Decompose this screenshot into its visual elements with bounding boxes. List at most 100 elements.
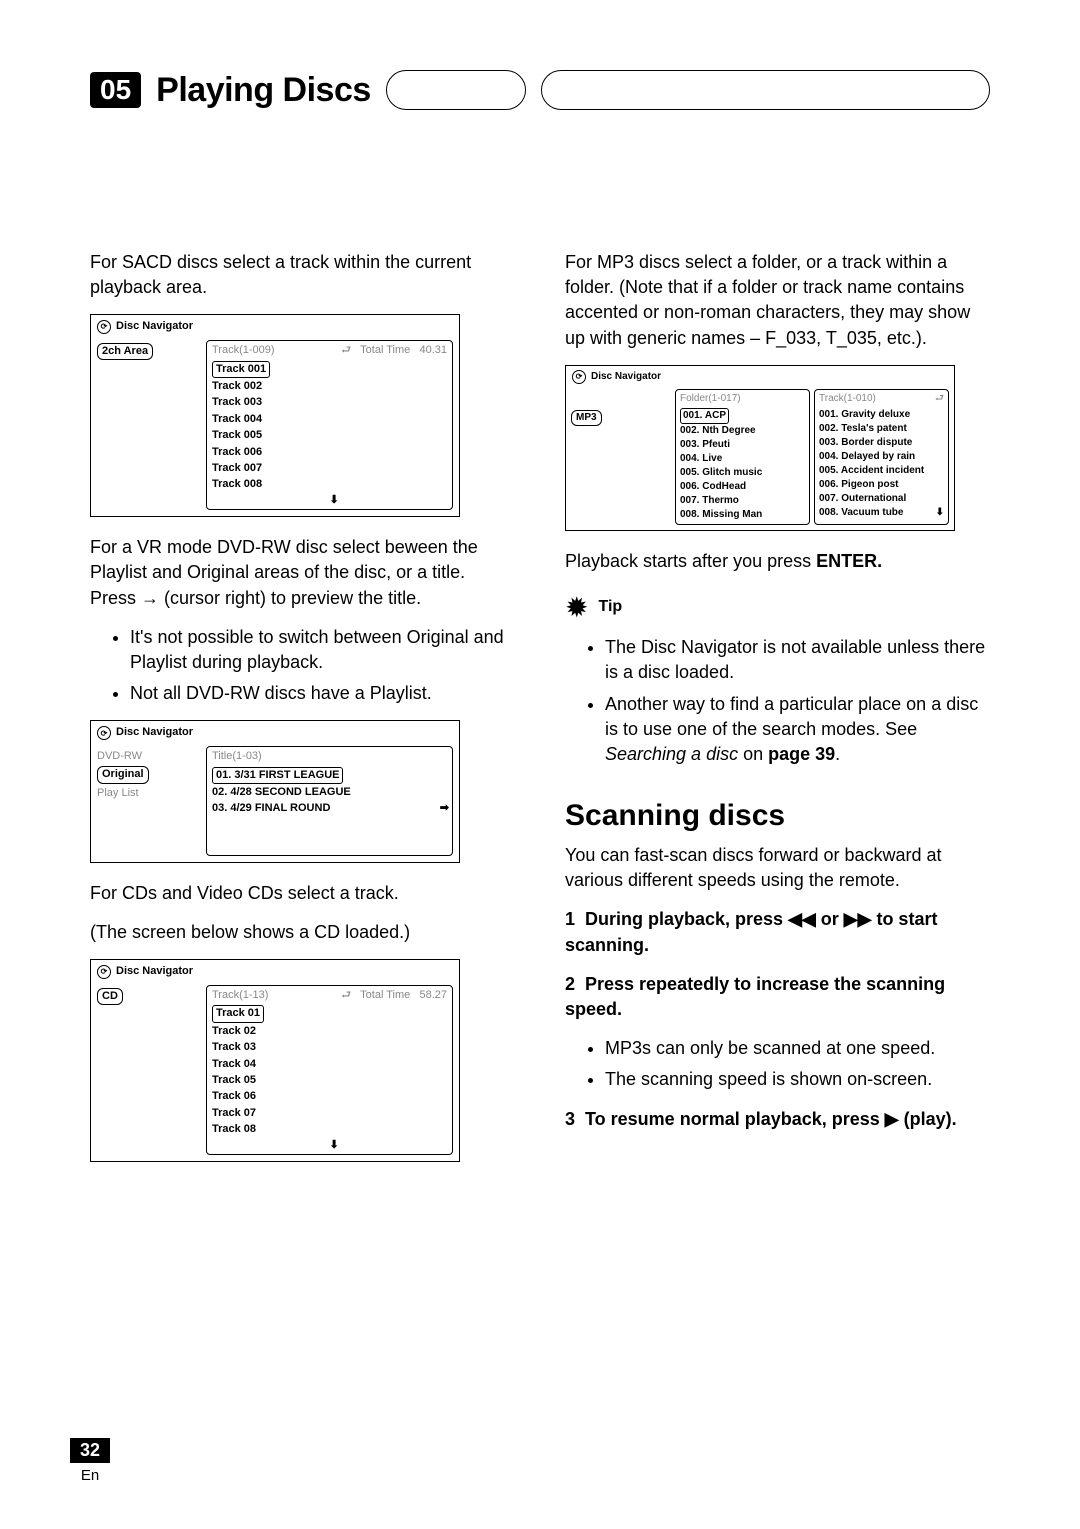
disc-icon: ⟳ xyxy=(97,965,111,979)
tip-list: The Disc Navigator is not available unle… xyxy=(565,635,990,767)
sidebar-item-original: Original xyxy=(97,766,149,783)
step-2-bullets: MP3s can only be scanned at one speed. T… xyxy=(565,1036,990,1092)
nav-header: ⟳ Disc Navigator xyxy=(91,960,459,982)
nav-main-panel: Title(1-03) 01. 3/31 FIRST LEAGUE 02. 4/… xyxy=(206,746,453,856)
step-3: 3To resume normal playback, press ▶ (pla… xyxy=(565,1107,990,1132)
page-number: 32 xyxy=(70,1438,110,1463)
nav-header: ⟳ Disc Navigator xyxy=(91,315,459,337)
list-item: Another way to find a particular place o… xyxy=(605,692,990,768)
nav-title: Disc Navigator xyxy=(116,725,193,740)
right-column: For MP3 discs select a folder, or a trac… xyxy=(565,250,990,1180)
nav-sidebar: CD xyxy=(91,983,206,1162)
nav-title: Disc Navigator xyxy=(116,964,193,979)
list-item: Track 004 xyxy=(212,411,447,427)
list-item: Track 08 xyxy=(212,1122,447,1138)
track-range-label: Track(1-13) xyxy=(212,988,268,1003)
list-item: Track 01 xyxy=(212,1005,264,1022)
nav-sidebar: DVD-RW Original Play List xyxy=(91,744,206,862)
disc-icon: ⟳ xyxy=(97,320,111,334)
content-columns: For SACD discs select a track within the… xyxy=(90,250,990,1180)
list-item: Track 005 xyxy=(212,428,447,444)
sacd-paragraph: For SACD discs select a track within the… xyxy=(90,250,515,300)
dvd-rw-label: DVD-RW xyxy=(97,748,200,765)
chapter-title: Playing Discs xyxy=(156,71,371,110)
list-item: 004. Delayed by rain xyxy=(819,450,944,464)
track-header: Track(1-010) xyxy=(819,392,876,406)
list-item: 004. Live xyxy=(680,452,805,466)
folder-header: Folder(1-017) xyxy=(680,392,741,406)
nav-header: ⟳ Disc Navigator xyxy=(91,721,459,743)
list-item: The scanning speed is shown on-screen. xyxy=(605,1067,990,1092)
list-item: Track 006 xyxy=(212,444,447,460)
list-item: 03. 4/29 FINAL ROUND xyxy=(212,801,447,817)
disc-navigator-mp3: ⟳ Disc Navigator MP3 Folder(1-017) 001. … xyxy=(565,365,955,531)
chapter-header: 05 Playing Discs xyxy=(90,70,990,110)
down-arrow-icon: ⬇ xyxy=(936,506,944,520)
sidebar-item-2ch: 2ch Area xyxy=(97,343,153,360)
list-item: 003. Pfeuti xyxy=(680,438,805,452)
list-item: 02. 4/28 SECOND LEAGUE xyxy=(212,785,447,801)
title-range-label: Title(1-03) xyxy=(212,749,262,764)
list-item: 006. CodHead xyxy=(680,480,805,494)
list-item: Track 04 xyxy=(212,1056,447,1072)
sidebar-item-mp3: MP3 xyxy=(571,410,602,426)
cd-paragraph-1: For CDs and Video CDs select a track. xyxy=(90,881,515,906)
list-item: The Disc Navigator is not available unle… xyxy=(605,635,990,685)
decorative-oval-left xyxy=(386,70,526,110)
list-item: Track 007 xyxy=(212,461,447,477)
list-item: 006. Pigeon post xyxy=(819,478,944,492)
gear-icon: ✹ xyxy=(565,588,588,627)
total-time-value: 40.31 xyxy=(419,344,447,356)
nav-title: Disc Navigator xyxy=(116,319,193,334)
list-item: 001. Gravity deluxe xyxy=(819,408,944,422)
step-1: 1During playback, press ◀◀ or ▶▶ to star… xyxy=(565,907,990,957)
track-list: Track 01 Track 02 Track 03 Track 04 Trac… xyxy=(212,1005,447,1138)
nav-title: Disc Navigator xyxy=(591,370,661,384)
list-item: Not all DVD-RW discs have a Playlist. xyxy=(130,681,515,706)
list-item: Track 03 xyxy=(212,1040,447,1056)
list-item: Track 002 xyxy=(212,379,447,395)
vr-paragraph: For a VR mode DVD-RW disc select beween … xyxy=(90,535,515,611)
nav-main-panel: Track(1-13) ⮐ Total Time 58.27 Track 01 … xyxy=(206,985,453,1156)
list-item: Track 06 xyxy=(212,1089,447,1105)
list-item: 001. ACP xyxy=(680,408,729,424)
return-icon: ⮐ xyxy=(341,988,351,1003)
down-arrow-icon: ⬇ xyxy=(330,493,339,508)
sidebar-item-cd: CD xyxy=(97,988,123,1005)
down-arrow-icon: ⬇ xyxy=(330,1138,339,1153)
list-item: 005. Glitch music xyxy=(680,466,805,480)
list-item: Track 07 xyxy=(212,1105,447,1121)
decorative-oval-right xyxy=(541,70,990,110)
nav-main-panel: Track(1-009) ⮐ Total Time 40.31 Track 00… xyxy=(206,340,453,511)
track-range-label: Track(1-009) xyxy=(212,343,275,358)
list-item: Track 008 xyxy=(212,477,447,493)
cd-paragraph-2: (The screen below shows a CD loaded.) xyxy=(90,920,515,945)
page-footer: 32 En xyxy=(70,1438,110,1484)
total-time-label: Total Time xyxy=(360,344,410,356)
list-item: Track 02 xyxy=(212,1023,447,1039)
total-time-value: 58.27 xyxy=(419,989,447,1001)
manual-page: 05 Playing Discs For SACD discs select a… xyxy=(0,0,1080,1529)
disc-icon: ⟳ xyxy=(572,370,586,384)
disc-navigator-sacd: ⟳ Disc Navigator 2ch Area Track(1-009) ⮐… xyxy=(90,314,460,517)
total-time-label: Total Time xyxy=(360,989,410,1001)
right-arrow-icon: ➡ xyxy=(440,801,449,816)
disc-icon: ⟳ xyxy=(97,726,111,740)
sidebar-item-playlist: Play List xyxy=(97,785,200,802)
nav-header: ⟳ Disc Navigator xyxy=(566,366,954,387)
list-item: It's not possible to switch between Orig… xyxy=(130,625,515,675)
list-item: Track 003 xyxy=(212,395,447,411)
list-item: 002. Tesla's patent xyxy=(819,422,944,436)
list-item: 008. Vacuum tube xyxy=(819,506,903,520)
nav-sidebar: 2ch Area xyxy=(91,338,206,517)
list-item: 002. Nth Degree xyxy=(680,424,805,438)
playback-enter-paragraph: Playback starts after you press ENTER. xyxy=(565,549,990,574)
mp3-paragraph: For MP3 discs select a folder, or a trac… xyxy=(565,250,990,351)
scanning-heading: Scanning discs xyxy=(565,795,990,837)
list-item: 003. Border dispute xyxy=(819,436,944,450)
nav-sidebar: MP3 xyxy=(571,389,671,525)
chapter-number-badge: 05 xyxy=(90,72,141,108)
disc-navigator-dvdrw: ⟳ Disc Navigator DVD-RW Original Play Li… xyxy=(90,720,460,862)
step-2: 2Press repeatedly to increase the scanni… xyxy=(565,972,990,1022)
title-list: 01. 3/31 FIRST LEAGUE 02. 4/28 SECOND LE… xyxy=(212,766,447,817)
